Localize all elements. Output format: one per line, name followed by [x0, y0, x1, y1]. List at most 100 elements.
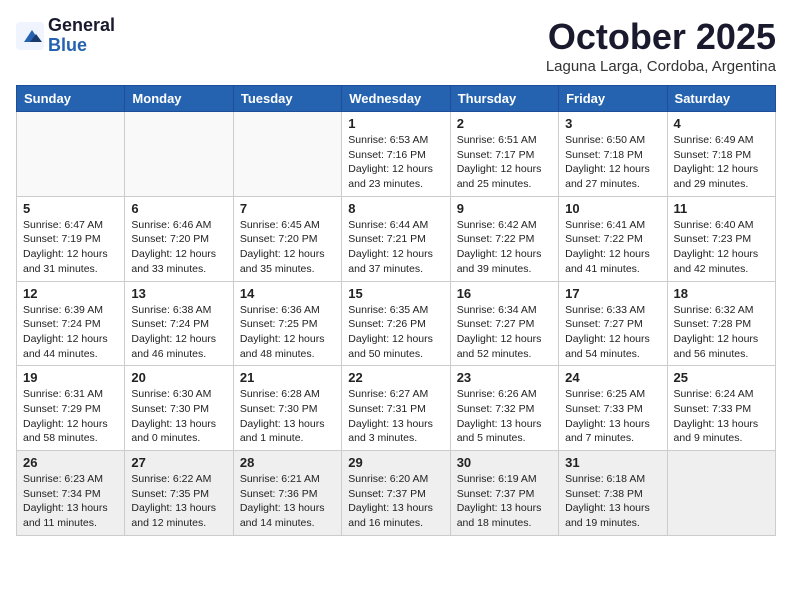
- day-cell: 21 Sunrise: 6:28 AM Sunset: 7:30 PM Dayli…: [233, 366, 341, 451]
- day-info: Sunrise: 6:20 AM Sunset: 7:37 PM Dayligh…: [348, 472, 443, 531]
- day-info: Sunrise: 6:38 AM Sunset: 7:24 PM Dayligh…: [131, 303, 226, 362]
- day-info: Sunrise: 6:47 AM Sunset: 7:19 PM Dayligh…: [23, 218, 118, 277]
- weekday-header-wednesday: Wednesday: [342, 86, 450, 112]
- day-info: Sunrise: 6:32 AM Sunset: 7:28 PM Dayligh…: [674, 303, 769, 362]
- day-info: Sunrise: 6:19 AM Sunset: 7:37 PM Dayligh…: [457, 472, 552, 531]
- day-cell: 27 Sunrise: 6:22 AM Sunset: 7:35 PM Dayli…: [125, 451, 233, 536]
- day-info: Sunrise: 6:21 AM Sunset: 7:36 PM Dayligh…: [240, 472, 335, 531]
- day-info: Sunrise: 6:41 AM Sunset: 7:22 PM Dayligh…: [565, 218, 660, 277]
- day-cell: 1Sunrise: 6:53 AM Sunset: 7:16 PM Daylig…: [342, 112, 450, 197]
- day-info: Sunrise: 6:23 AM Sunset: 7:34 PM Dayligh…: [23, 472, 118, 531]
- day-cell: 9 Sunrise: 6:42 AM Sunset: 7:22 PM Daylig…: [450, 196, 558, 281]
- day-cell: 10 Sunrise: 6:41 AM Sunset: 7:22 PM Dayli…: [559, 196, 667, 281]
- day-info: Sunrise: 6:25 AM Sunset: 7:33 PM Dayligh…: [565, 387, 660, 446]
- day-number: 29: [348, 455, 443, 470]
- day-info: Sunrise: 6:34 AM Sunset: 7:27 PM Dayligh…: [457, 303, 552, 362]
- day-number: 2: [457, 116, 552, 131]
- weekday-header-tuesday: Tuesday: [233, 86, 341, 112]
- day-info: Sunrise: 6:22 AM Sunset: 7:35 PM Dayligh…: [131, 472, 226, 531]
- day-number: 24: [565, 370, 660, 385]
- title-area: October 2025 Laguna Larga, Cordoba, Arge…: [546, 16, 776, 75]
- day-cell: [233, 112, 341, 197]
- month-title: October 2025: [546, 16, 776, 58]
- day-info: Sunrise: 6:42 AM Sunset: 7:22 PM Dayligh…: [457, 218, 552, 277]
- week-row-1: 1Sunrise: 6:53 AM Sunset: 7:16 PM Daylig…: [17, 112, 776, 197]
- week-row-5: 26 Sunrise: 6:23 AM Sunset: 7:34 PM Dayli…: [17, 451, 776, 536]
- day-cell: 24 Sunrise: 6:25 AM Sunset: 7:33 PM Dayli…: [559, 366, 667, 451]
- day-info: Sunrise: 6:28 AM Sunset: 7:30 PM Dayligh…: [240, 387, 335, 446]
- day-cell: [125, 112, 233, 197]
- day-number: 12: [23, 286, 118, 301]
- day-number: 22: [348, 370, 443, 385]
- day-cell: 4 Sunrise: 6:49 AM Sunset: 7:18 PM Daylig…: [667, 112, 775, 197]
- logo-blue-text: Blue: [48, 36, 115, 56]
- day-number: 4: [674, 116, 769, 131]
- day-cell: 25 Sunrise: 6:24 AM Sunset: 7:33 PM Dayli…: [667, 366, 775, 451]
- day-info: Sunrise: 6:30 AM Sunset: 7:30 PM Dayligh…: [131, 387, 226, 446]
- day-cell: 2 Sunrise: 6:51 AM Sunset: 7:17 PM Daylig…: [450, 112, 558, 197]
- day-number: 9: [457, 201, 552, 216]
- day-cell: 3Sunrise: 6:50 AM Sunset: 7:18 PM Daylig…: [559, 112, 667, 197]
- weekday-header-thursday: Thursday: [450, 86, 558, 112]
- day-info: Sunrise: 6:36 AM Sunset: 7:25 PM Dayligh…: [240, 303, 335, 362]
- day-number: 16: [457, 286, 552, 301]
- day-number: 17: [565, 286, 660, 301]
- day-info: Sunrise: 6:27 AM Sunset: 7:31 PM Dayligh…: [348, 387, 443, 446]
- day-number: 26: [23, 455, 118, 470]
- day-cell: 23 Sunrise: 6:26 AM Sunset: 7:32 PM Dayli…: [450, 366, 558, 451]
- day-number: 23: [457, 370, 552, 385]
- day-info: Sunrise: 6:33 AM Sunset: 7:27 PM Dayligh…: [565, 303, 660, 362]
- day-info: Sunrise: 6:35 AM Sunset: 7:26 PM Dayligh…: [348, 303, 443, 362]
- day-info: Sunrise: 6:46 AM Sunset: 7:20 PM Dayligh…: [131, 218, 226, 277]
- day-number: 10: [565, 201, 660, 216]
- weekday-header-sunday: Sunday: [17, 86, 125, 112]
- week-row-4: 19 Sunrise: 6:31 AM Sunset: 7:29 PM Dayli…: [17, 366, 776, 451]
- week-row-2: 5 Sunrise: 6:47 AM Sunset: 7:19 PM Daylig…: [17, 196, 776, 281]
- day-cell: 5 Sunrise: 6:47 AM Sunset: 7:19 PM Daylig…: [17, 196, 125, 281]
- day-number: 19: [23, 370, 118, 385]
- logo-icon: [16, 22, 44, 50]
- day-cell: [667, 451, 775, 536]
- day-info: Sunrise: 6:44 AM Sunset: 7:21 PM Dayligh…: [348, 218, 443, 277]
- day-number: 11: [674, 201, 769, 216]
- day-number: 27: [131, 455, 226, 470]
- day-info: Sunrise: 6:26 AM Sunset: 7:32 PM Dayligh…: [457, 387, 552, 446]
- day-info: Sunrise: 6:39 AM Sunset: 7:24 PM Dayligh…: [23, 303, 118, 362]
- day-cell: 6 Sunrise: 6:46 AM Sunset: 7:20 PM Daylig…: [125, 196, 233, 281]
- weekday-header-friday: Friday: [559, 86, 667, 112]
- day-info: Sunrise: 6:45 AM Sunset: 7:20 PM Dayligh…: [240, 218, 335, 277]
- day-number: 21: [240, 370, 335, 385]
- day-info: Sunrise: 6:24 AM Sunset: 7:33 PM Dayligh…: [674, 387, 769, 446]
- day-cell: 20 Sunrise: 6:30 AM Sunset: 7:30 PM Dayli…: [125, 366, 233, 451]
- day-cell: 29 Sunrise: 6:20 AM Sunset: 7:37 PM Dayli…: [342, 451, 450, 536]
- day-number: 13: [131, 286, 226, 301]
- day-number: 25: [674, 370, 769, 385]
- day-number: 20: [131, 370, 226, 385]
- weekday-header-saturday: Saturday: [667, 86, 775, 112]
- header: General Blue October 2025 Laguna Larga, …: [16, 16, 776, 75]
- day-number: 6: [131, 201, 226, 216]
- day-number: 3: [565, 116, 660, 131]
- day-info: Sunrise: 6:51 AM Sunset: 7:17 PM Dayligh…: [457, 133, 552, 192]
- day-cell: 15 Sunrise: 6:35 AM Sunset: 7:26 PM Dayli…: [342, 281, 450, 366]
- day-number: 14: [240, 286, 335, 301]
- day-cell: 17 Sunrise: 6:33 AM Sunset: 7:27 PM Dayli…: [559, 281, 667, 366]
- day-cell: 18Sunrise: 6:32 AM Sunset: 7:28 PM Dayli…: [667, 281, 775, 366]
- weekday-header-row: SundayMondayTuesdayWednesdayThursdayFrid…: [17, 86, 776, 112]
- day-cell: 19 Sunrise: 6:31 AM Sunset: 7:29 PM Dayli…: [17, 366, 125, 451]
- day-info: Sunrise: 6:49 AM Sunset: 7:18 PM Dayligh…: [674, 133, 769, 192]
- day-info: Sunrise: 6:31 AM Sunset: 7:29 PM Dayligh…: [23, 387, 118, 446]
- calendar: SundayMondayTuesdayWednesdayThursdayFrid…: [16, 85, 776, 536]
- day-number: 1: [348, 116, 443, 131]
- day-cell: 16 Sunrise: 6:34 AM Sunset: 7:27 PM Dayli…: [450, 281, 558, 366]
- day-cell: 30 Sunrise: 6:19 AM Sunset: 7:37 PM Dayli…: [450, 451, 558, 536]
- day-cell: [17, 112, 125, 197]
- location: Laguna Larga, Cordoba, Argentina: [546, 58, 776, 75]
- day-number: 30: [457, 455, 552, 470]
- day-cell: 31Sunrise: 6:18 AM Sunset: 7:38 PM Dayli…: [559, 451, 667, 536]
- day-cell: 13 Sunrise: 6:38 AM Sunset: 7:24 PM Dayli…: [125, 281, 233, 366]
- day-number: 15: [348, 286, 443, 301]
- day-cell: 12 Sunrise: 6:39 AM Sunset: 7:24 PM Dayli…: [17, 281, 125, 366]
- day-number: 5: [23, 201, 118, 216]
- logo-general-text: General: [48, 16, 115, 36]
